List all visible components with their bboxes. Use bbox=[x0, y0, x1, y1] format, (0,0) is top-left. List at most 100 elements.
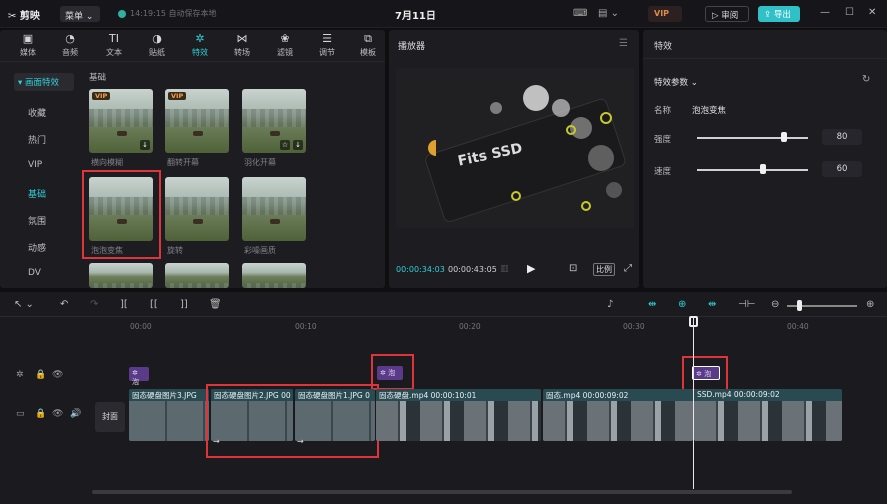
menu-button[interactable]: 菜单 ⌄ bbox=[60, 6, 100, 22]
effect-thumb-rotate[interactable] bbox=[165, 177, 229, 241]
sidebar-item-vip[interactable]: VIP bbox=[0, 160, 76, 170]
ruler-tick: 00:20 bbox=[459, 322, 481, 331]
params-section: 特效参数 ⌄ bbox=[654, 78, 698, 88]
review-button[interactable]: ▷ 审阅 bbox=[705, 6, 749, 22]
effect-clip-selected[interactable]: ✲ 泡 bbox=[692, 366, 720, 380]
snap-icon[interactable]: ⊕ bbox=[678, 299, 686, 310]
close-icon[interactable]: ✕ bbox=[868, 7, 876, 18]
vip-badge: VIP bbox=[168, 92, 187, 100]
sidebar-item-dv[interactable]: DV bbox=[0, 268, 76, 278]
minimize-icon[interactable]: — bbox=[820, 7, 830, 18]
effect-thumb[interactable] bbox=[242, 263, 306, 288]
trim-left-icon[interactable]: [[ bbox=[150, 299, 158, 310]
export-button[interactable]: ⇪ 导出 bbox=[758, 6, 800, 22]
sidebar-item-atmosphere[interactable]: 氛围 bbox=[0, 214, 76, 227]
player-menu-icon[interactable]: ☰ bbox=[619, 38, 628, 49]
properties-panel bbox=[643, 30, 887, 288]
tab-text[interactable]: TI 文本 bbox=[96, 32, 132, 58]
effect-clip-label: 泡 bbox=[132, 378, 139, 386]
select-tool-icon[interactable]: ↖ ⌄ bbox=[14, 299, 34, 310]
effect-thumb-color-noise[interactable] bbox=[242, 177, 306, 241]
split-icon[interactable]: ][ bbox=[120, 299, 128, 310]
intensity-slider[interactable] bbox=[697, 137, 808, 139]
speed-slider[interactable] bbox=[697, 169, 808, 171]
preview-frame: Fits SSD bbox=[396, 68, 634, 228]
play-icon[interactable]: ▶ bbox=[527, 262, 535, 275]
reset-icon[interactable]: ↻ bbox=[862, 74, 870, 85]
link-main-icon[interactable]: ⇹ bbox=[648, 299, 656, 310]
effect-thumb-feather-open[interactable]: ☆ ↓ bbox=[242, 89, 306, 153]
effect-clip[interactable]: ✲ 泡 bbox=[377, 366, 403, 380]
sidebar-item-basic[interactable]: 基础 bbox=[0, 187, 76, 200]
intensity-input[interactable]: 80 bbox=[822, 129, 862, 145]
redo-icon[interactable]: ↷ bbox=[90, 299, 98, 310]
eye-icon[interactable]: 👁 bbox=[52, 409, 63, 419]
maximize-icon[interactable]: ☐ bbox=[845, 7, 854, 18]
filter-icon: ❀ bbox=[280, 32, 290, 45]
speed-slider-knob[interactable] bbox=[760, 164, 766, 174]
intensity-slider-knob[interactable] bbox=[781, 132, 787, 142]
sidebar-item-dynamic[interactable]: 动感 bbox=[0, 241, 76, 254]
timeline-scrollbar[interactable] bbox=[92, 490, 792, 494]
screenshot-icon[interactable]: ⊡ bbox=[569, 263, 577, 274]
tab-transition[interactable]: ⋈ 转场 bbox=[224, 32, 260, 58]
eye-icon[interactable]: 👁 bbox=[52, 370, 63, 380]
effect-clip-label: 泡 bbox=[388, 369, 396, 377]
speed-input[interactable]: 60 bbox=[822, 161, 862, 177]
app-name: 剪映 bbox=[19, 11, 40, 22]
delete-icon[interactable]: 🗑 bbox=[209, 299, 222, 310]
zoom-in-icon[interactable]: ⊕ bbox=[866, 299, 874, 310]
playhead[interactable] bbox=[693, 317, 694, 489]
preview-axis-icon[interactable]: ⊣⊢ bbox=[738, 299, 755, 310]
trim-right-icon[interactable]: ]] bbox=[180, 299, 188, 310]
adjust-icon: ☰ bbox=[322, 32, 332, 45]
link-icon[interactable]: ⇹ bbox=[708, 299, 716, 310]
star-icon[interactable]: ☆ bbox=[280, 140, 290, 150]
layout-icon[interactable]: ▤ ⌄ bbox=[598, 8, 619, 19]
effect-thumb-horizontal-blur[interactable]: VIP ↓ bbox=[89, 89, 153, 153]
zoom-slider-knob[interactable] bbox=[797, 300, 802, 311]
tab-adjust[interactable]: ☰ 调节 bbox=[309, 32, 345, 58]
tab-template[interactable]: ⧉ 模板 bbox=[352, 32, 384, 58]
vip-button[interactable]: VIP bbox=[648, 6, 682, 22]
cover-button[interactable]: 封面 bbox=[95, 402, 125, 432]
effect-thumb[interactable] bbox=[165, 263, 229, 288]
effect-thumb[interactable] bbox=[89, 263, 153, 288]
download-icon[interactable]: ↓ bbox=[140, 140, 150, 150]
keyboard-icon[interactable]: ⌨ bbox=[573, 8, 587, 19]
effect-thumb-flip-open[interactable]: VIP bbox=[165, 89, 229, 153]
tab-effects[interactable]: ✲ 特效 bbox=[182, 32, 218, 58]
player-screen[interactable]: Fits SSD bbox=[396, 68, 634, 228]
clip-name: 固态.mp4 bbox=[546, 391, 581, 400]
effect-clip-label: 泡 bbox=[704, 370, 712, 378]
video-clip[interactable]: 固态硬盘.mp4 00:00:10:01 bbox=[376, 389, 541, 441]
speaker-icon[interactable]: 🔊 bbox=[70, 409, 81, 419]
undo-icon[interactable]: ↶ bbox=[60, 299, 68, 310]
tab-filter[interactable]: ❀ 滤镜 bbox=[267, 32, 303, 58]
video-clip[interactable]: 固态.mp4 00:00:09:02 bbox=[543, 389, 693, 441]
download-icon[interactable]: ↓ bbox=[293, 140, 303, 150]
tab-label: 模板 bbox=[360, 48, 376, 57]
tab-audio[interactable]: ◔ 音频 bbox=[52, 32, 88, 58]
clip-name: 固态硬盘.mp4 bbox=[379, 391, 429, 400]
lock-icon[interactable]: 🔒 bbox=[35, 409, 46, 419]
tab-label: 贴纸 bbox=[149, 48, 165, 57]
media-icon: ▣ bbox=[22, 32, 34, 45]
waveform-icon[interactable]: ▥ bbox=[500, 264, 509, 274]
lock-icon[interactable]: 🔒 bbox=[35, 370, 46, 380]
ratio-button[interactable]: 比例 bbox=[593, 263, 615, 276]
sidebar-item-favorites[interactable]: 收藏 bbox=[0, 106, 76, 119]
tab-media[interactable]: ▣ 媒体 bbox=[10, 32, 46, 58]
sidebar-item-hot[interactable]: 热门 bbox=[0, 133, 76, 146]
fullscreen-icon[interactable]: ⤢ bbox=[624, 263, 632, 274]
sidebar-category-screen-effects[interactable]: ▾ 画面特效 bbox=[14, 73, 74, 91]
effect-clip[interactable]: ✲ 泡 bbox=[129, 367, 149, 386]
transition-arrow-icon: → bbox=[297, 437, 304, 446]
video-clip[interactable]: 固态硬盘图片3.JPG bbox=[129, 389, 209, 441]
zoom-out-icon[interactable]: ⊖ bbox=[771, 299, 779, 310]
mic-icon[interactable]: ♪ bbox=[607, 299, 613, 310]
tab-sticker[interactable]: ◑ 贴纸 bbox=[139, 32, 175, 58]
video-clip[interactable]: SSD.mp4 00:00:09:02 bbox=[694, 389, 842, 441]
effect-thumb-bubble-zoom[interactable] bbox=[89, 177, 153, 241]
ruler-tick: 00:40 bbox=[787, 322, 809, 331]
